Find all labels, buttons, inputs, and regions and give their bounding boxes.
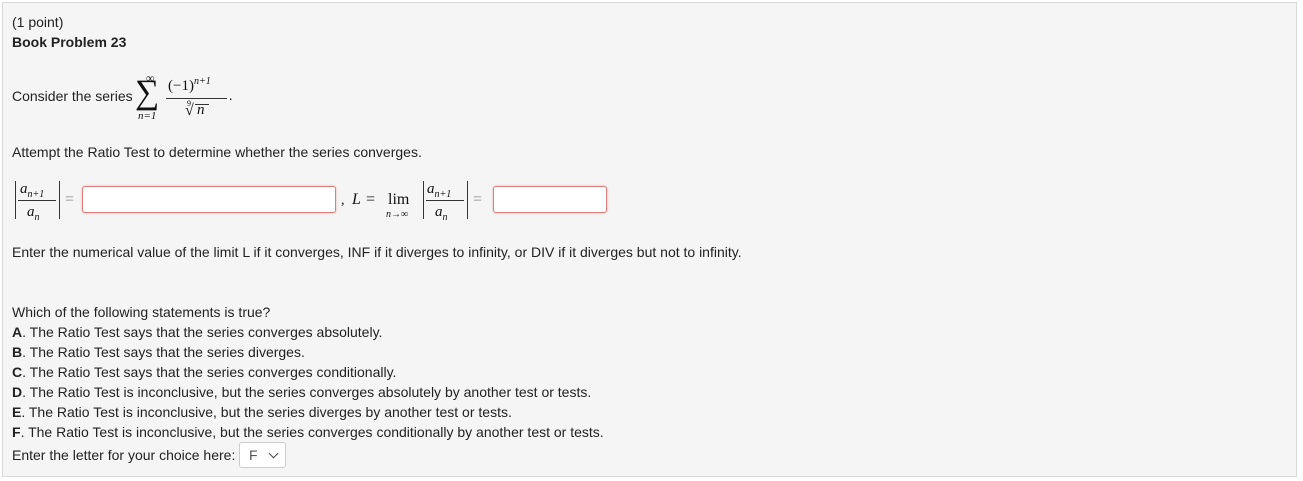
- limit-equals-sign: =: [366, 191, 376, 208]
- ratio-fraction-bar: [18, 200, 56, 201]
- option-text: . The Ratio Test is inconclusive, but th…: [21, 404, 512, 420]
- series-intro: Consider the series: [12, 88, 133, 104]
- points-label: (1 point): [12, 14, 64, 30]
- limit-abs-bar-left: [423, 181, 424, 219]
- limit-answer-input[interactable]: [493, 186, 607, 213]
- series-fraction-bar: [166, 98, 227, 99]
- option-text: . The Ratio Test says that the series di…: [22, 344, 305, 360]
- limit-den-sub: n: [442, 212, 448, 223]
- option-letter: B: [12, 344, 23, 360]
- option-letter: D: [12, 384, 23, 400]
- lim-subscript: n→∞: [386, 209, 409, 220]
- option-text: . The Ratio Test is inconclusive, but th…: [22, 384, 592, 400]
- limit-ratio-numerator: an+1: [427, 181, 451, 200]
- ratio-num-sub: n+1: [27, 189, 45, 200]
- choice-select[interactable]: F: [239, 442, 286, 468]
- choice-prompt: Enter the letter for your choice here:: [12, 447, 236, 463]
- option-a: A. The Ratio Test says that the series c…: [12, 324, 382, 340]
- option-letter: F: [12, 424, 21, 440]
- option-letter: A: [12, 324, 23, 340]
- ratio-test-instruction: Attempt the Ratio Test to determine whet…: [12, 144, 422, 160]
- question-text: Which of the following statements is tru…: [12, 304, 271, 320]
- option-d: D. The Ratio Test is inconclusive, but t…: [12, 384, 591, 400]
- ratio-num-var: a: [20, 181, 28, 197]
- comma-separator: ,: [341, 193, 345, 208]
- limit-num-var: a: [427, 181, 435, 197]
- equals-sign: =: [65, 191, 75, 208]
- lim-label: lim: [388, 191, 410, 208]
- ratio-denominator: an: [27, 204, 40, 223]
- limit-result-equals: =: [473, 191, 483, 208]
- problem-panel: (1 point) Book Problem 23 Consider the s…: [2, 2, 1297, 477]
- option-letter: E: [12, 404, 22, 420]
- series-numerator: (−1)n+1: [168, 76, 211, 95]
- option-text: . The Ratio Test is inconclusive, but th…: [20, 424, 604, 440]
- abs-bar-right: [59, 181, 60, 219]
- limit-instruction: Enter the numerical value of the limit L…: [12, 244, 742, 260]
- limit-den-var: a: [435, 204, 443, 220]
- problem-title: Book Problem 23: [12, 34, 127, 50]
- numerator-exponent: n+1: [193, 76, 211, 87]
- limit-ratio-denominator: an: [435, 204, 448, 223]
- option-text: . The Ratio Test says that the series co…: [22, 324, 383, 340]
- option-text: . The Ratio Test says that the series co…: [22, 364, 397, 380]
- limit-fraction-bar: [426, 200, 464, 201]
- option-letter: C: [12, 364, 23, 380]
- option-f: F. The Ratio Test is inconclusive, but t…: [12, 424, 604, 440]
- ratio-den-sub: n: [34, 212, 40, 223]
- radical-icon: √: [185, 102, 194, 119]
- series-period: .: [229, 89, 233, 104]
- ratio-den-var: a: [27, 204, 35, 220]
- chevron-down-icon: [268, 448, 279, 459]
- numerator-base: (−1): [168, 78, 194, 94]
- limit-abs-bar-right: [467, 181, 468, 219]
- abs-bar-left: [15, 181, 16, 219]
- sigma-lower: n=1: [138, 110, 157, 122]
- limit-num-sub: n+1: [434, 189, 452, 200]
- option-c: C. The Ratio Test says that the series c…: [12, 364, 396, 380]
- choice-selected-value: F: [249, 447, 258, 463]
- ratio-answer-input[interactable]: [82, 186, 336, 213]
- limit-L-label: L: [352, 191, 361, 208]
- sigma-symbol: ∑: [135, 74, 160, 111]
- ratio-numerator: an+1: [20, 181, 44, 200]
- option-e: E. The Ratio Test is inconclusive, but t…: [12, 404, 512, 420]
- option-b: B. The Ratio Test says that the series d…: [12, 344, 305, 360]
- series-denominator: n: [197, 102, 205, 118]
